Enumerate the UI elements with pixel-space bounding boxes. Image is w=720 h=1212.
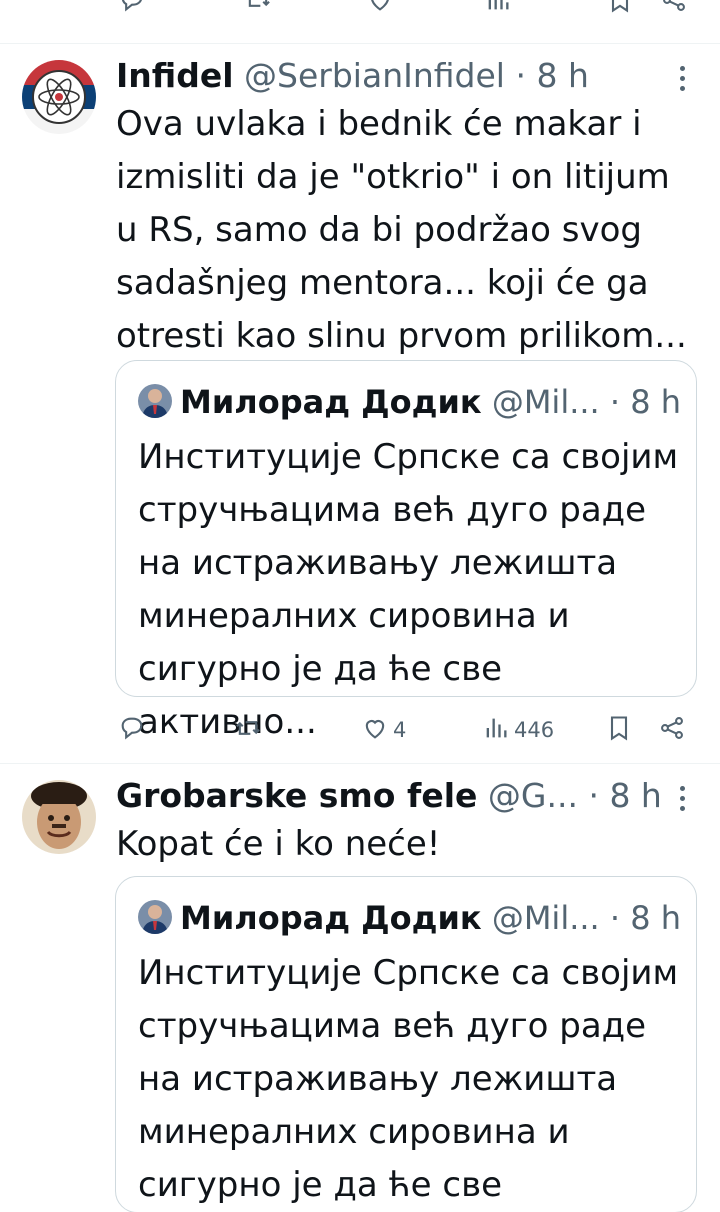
quoted-display-name: Милорад Додик — [180, 899, 482, 937]
tweet-header: Grobarske smo fele @G... · 8 h — [116, 774, 680, 818]
quoted-tweet[interactable]: Милорад Додик @Mil... · 8 h Институције … — [115, 360, 697, 742]
retweet-icon[interactable] — [243, 0, 273, 21]
reply-icon[interactable] — [118, 0, 146, 21]
separator-dot: · — [609, 899, 621, 937]
tweet-actions: 4 446 — [116, 710, 696, 750]
quoted-timestamp: 8 h — [630, 383, 680, 421]
more-options-icon[interactable] — [680, 66, 686, 96]
separator-dot: · — [609, 383, 621, 421]
views-icon[interactable] — [484, 0, 512, 21]
avatar[interactable] — [22, 60, 96, 134]
display-name[interactable]: Grobarske smo fele — [116, 776, 477, 815]
share-button[interactable] — [658, 710, 686, 750]
display-name[interactable]: Infidel — [116, 56, 234, 95]
tweet-header: Infidel @SerbianInfidel · 8 h — [116, 54, 680, 98]
quoted-tweet-text: Институције Српске са својим стручњацима… — [138, 953, 679, 1205]
view-count: 446 — [514, 718, 555, 742]
quoted-display-name: Милорад Додик — [180, 383, 482, 421]
quoted-tweet-header: Милорад Додик @Mil... · 8 h — [138, 381, 680, 423]
retweet-icon — [233, 714, 263, 746]
heart-icon — [361, 714, 389, 746]
user-handle[interactable]: @G... — [488, 776, 578, 815]
quoted-user-handle: @Mil... — [491, 383, 600, 421]
timestamp[interactable]: 8 h — [536, 56, 588, 95]
quoted-tweet[interactable]: Милорад Додик @Mil... · 8 h Институције … — [115, 876, 697, 1212]
quoted-tweet-header: Милорад Додик @Mil... · 8 h — [138, 897, 680, 939]
separator-dot: · — [588, 776, 599, 815]
user-handle[interactable]: @SerbianInfidel — [244, 56, 505, 95]
quoted-avatar — [138, 900, 172, 934]
tweet-text: Ova uvlaka i bednik će makar i izmisliti… — [116, 104, 687, 356]
bookmark-icon[interactable] — [606, 0, 634, 21]
tweet[interactable]: Infidel @SerbianInfidel · 8 h Ova uvlaka… — [0, 44, 720, 764]
avatar[interactable] — [22, 780, 96, 854]
quoted-avatar — [138, 384, 172, 418]
quoted-user-handle: @Mil... — [491, 899, 600, 937]
timestamp[interactable]: 8 h — [609, 776, 661, 815]
bookmark-icon — [605, 714, 633, 746]
views-icon — [482, 714, 510, 746]
views-button[interactable]: 446 — [482, 710, 554, 750]
reply-button[interactable] — [118, 710, 146, 750]
like-count: 4 — [393, 718, 407, 742]
share-icon — [658, 714, 686, 746]
retweet-button[interactable] — [233, 710, 263, 750]
heart-icon[interactable] — [366, 0, 394, 21]
like-button[interactable]: 4 — [361, 710, 406, 750]
tweet-text: Kopat će i ko neće! — [116, 824, 441, 864]
tweet[interactable]: Grobarske smo fele @G... · 8 h Kopat će … — [0, 764, 720, 1212]
share-icon[interactable] — [660, 0, 688, 21]
previous-tweet-actions — [0, 0, 720, 44]
reply-icon — [118, 714, 146, 746]
bookmark-button[interactable] — [605, 710, 633, 750]
more-options-icon[interactable] — [680, 786, 686, 816]
quoted-tweet-text: Институције Српске са својим стручњацима… — [138, 437, 679, 742]
quoted-timestamp: 8 h — [630, 899, 680, 937]
separator-dot: · — [515, 56, 526, 95]
